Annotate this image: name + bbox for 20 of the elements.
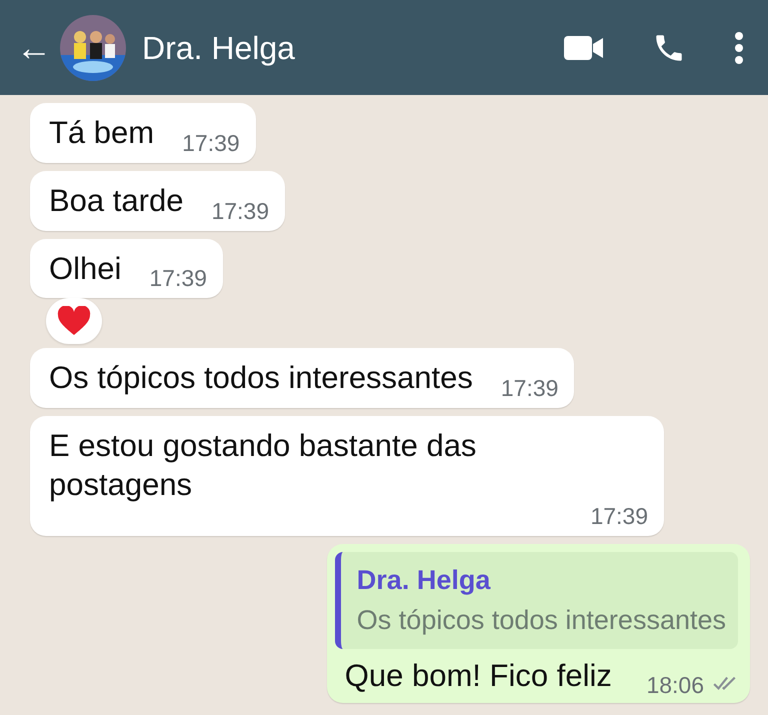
back-button[interactable]: ← <box>12 30 56 66</box>
more-options-icon[interactable] <box>734 32 744 64</box>
message-time: 17:39 <box>210 200 269 222</box>
message-time: 17:39 <box>500 377 558 400</box>
video-call-icon[interactable] <box>564 34 604 60</box>
message-text: Que bom! Fico feliz <box>344 656 612 694</box>
quote-text: Os tópicos todos interessantes <box>356 604 726 637</box>
message-time: 17:39 <box>589 504 648 528</box>
quoted-message[interactable]: Dra. Helga Os tópicos todos interessantes <box>334 552 738 648</box>
contact-name[interactable]: Dra. Helga <box>142 24 295 72</box>
message-time: 17:39 <box>148 267 207 290</box>
message-time: 18:06 <box>645 674 704 698</box>
message-text: Tá bem <box>49 114 154 152</box>
message-text: Olhei <box>49 250 122 288</box>
message-time: 17:39 <box>181 132 240 155</box>
heart-icon <box>57 306 91 336</box>
message-text: Os tópicos todos interessantes <box>49 359 473 398</box>
message-text: Boa tarde <box>49 182 184 220</box>
message-text: E estou gostando bastante das postagens <box>49 427 478 504</box>
quote-author: Dra. Helga <box>356 564 492 597</box>
